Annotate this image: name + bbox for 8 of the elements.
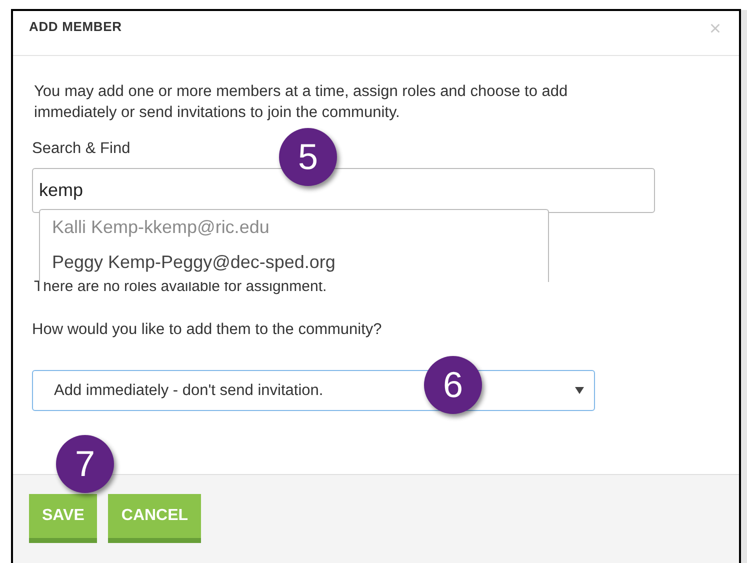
save-button[interactable]: SAVE: [29, 494, 98, 543]
cancel-button[interactable]: CANCEL: [108, 494, 202, 543]
intro-text: You may add one or more members at a time, assign roles and choose to add immediately or send invitations to join the community.: [34, 82, 569, 123]
field-label: How would you like to add them to the community?: [32, 320, 382, 340]
dialog-title: ADD MEMBER: [29, 18, 122, 36]
caret-icon: [575, 387, 584, 394]
suggestion-item[interactable]: Peggy Kemp-Peggy@dec-sped.org: [40, 245, 348, 280]
field-label: Search & Find: [32, 139, 130, 159]
